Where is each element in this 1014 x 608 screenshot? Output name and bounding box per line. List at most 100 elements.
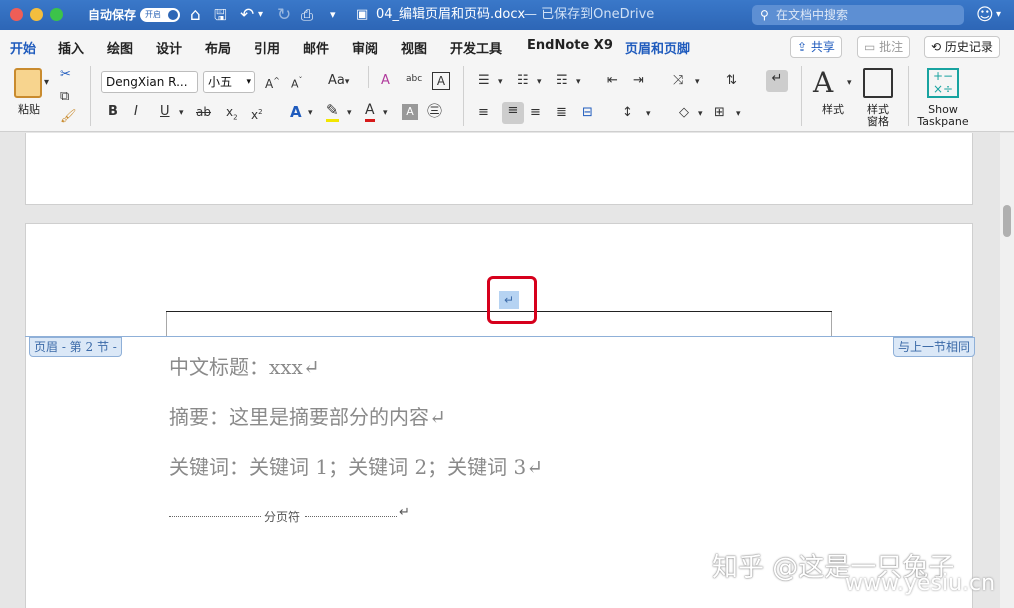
styles-pane-label[interactable]: 样式 窗格 [860, 104, 896, 128]
text-effects-dropdown-icon[interactable]: ▾ [308, 104, 313, 122]
show-taskpane-label[interactable]: Show Taskpane [916, 104, 970, 128]
paste-icon[interactable] [14, 68, 42, 98]
justify-icon[interactable]: ≣ [556, 104, 567, 122]
minimize-window-button[interactable] [30, 8, 43, 21]
autosave-toggle[interactable]: 开启 [140, 8, 180, 22]
page-break-label: 分页符 [264, 510, 301, 524]
abstract-line[interactable]: 摘要：这里是摘要部分的内容↵ [169, 401, 446, 430]
multilevel-list-dropdown-icon[interactable]: ▾ [576, 73, 581, 91]
styles-pane-icon[interactable] [863, 68, 893, 98]
character-border-icon[interactable]: A [432, 72, 450, 90]
tab-header-footer[interactable]: 页眉和页脚 [625, 38, 690, 57]
title-line[interactable]: 中文标题：xxx↵ [169, 351, 320, 380]
paste-dropdown-icon[interactable]: ▾ [44, 74, 49, 92]
tab-review[interactable]: 审阅 [352, 38, 378, 57]
home-icon[interactable]: ⌂ [190, 0, 201, 30]
superscript-button[interactable]: x2 [251, 103, 263, 124]
tab-endnote[interactable]: EndNote X9 [527, 38, 613, 53]
account-dropdown-icon[interactable]: ▾ [996, 0, 1001, 30]
format-painter-icon[interactable]: 🖌 [60, 108, 77, 126]
decrease-indent-icon[interactable]: ⇤ [607, 72, 618, 90]
align-left-icon[interactable]: ≡ [478, 104, 489, 122]
tab-home[interactable]: 开始 [8, 38, 38, 63]
save-status[interactable]: — 已保存到OneDrive [524, 0, 654, 30]
shrink-font-icon[interactable]: Aˇ [291, 72, 303, 94]
grow-font-icon[interactable]: A^ [265, 72, 280, 93]
text-direction-icon[interactable]: ⤨ [673, 72, 683, 90]
bullets-icon[interactable]: ☰ [478, 72, 490, 90]
align-right-icon[interactable]: ≡ [530, 104, 541, 122]
scrollbar-thumb[interactable] [1003, 205, 1011, 237]
shading-icon[interactable]: ◇ [679, 104, 689, 122]
line-spacing-icon[interactable]: ↕ [622, 104, 633, 122]
strikethrough-button[interactable]: ab [196, 103, 211, 121]
show-taskpane-icon[interactable]: +− ×÷ [927, 68, 959, 98]
document-area[interactable]: ↵ 页眉 - 第 2 节 - 与上一节相同 中文标题：xxx↵ 摘要：这里是摘要… [0, 133, 1014, 608]
tab-design[interactable]: 设计 [156, 38, 182, 57]
tab-developer[interactable]: 开发工具 [450, 38, 502, 57]
styles-gallery-icon[interactable]: A [813, 66, 833, 100]
numbering-icon[interactable]: ☷ [517, 72, 529, 90]
tab-references[interactable]: 引用 [254, 38, 280, 57]
italic-button[interactable]: I [134, 103, 138, 121]
sort-icon[interactable]: ⇅ [726, 72, 737, 90]
align-center-button[interactable]: ≡ [502, 102, 524, 124]
styles-dropdown-icon[interactable]: ▾ [847, 74, 852, 92]
underline-dropdown-icon[interactable]: ▾ [179, 104, 184, 122]
copy-icon[interactable]: ⧉ [60, 88, 69, 106]
print-icon[interactable]: ⎙ [301, 0, 313, 30]
save-icon[interactable]: 🖫 [214, 0, 227, 30]
show-paragraph-marks-button[interactable]: ↵ [766, 70, 788, 92]
borders-dropdown-icon[interactable]: ▾ [736, 105, 741, 123]
redo-icon[interactable]: ↻ [277, 0, 291, 30]
bold-button[interactable]: B [108, 103, 118, 121]
page-break[interactable]: 分页符 ↵ [169, 505, 410, 524]
keywords-line[interactable]: 关键词：关键词 1；关键词 2；关键词 3↵ [169, 451, 543, 480]
highlight-dropdown-icon[interactable]: ▾ [347, 104, 352, 122]
line-spacing-dropdown-icon[interactable]: ▾ [646, 105, 651, 123]
tab-insert[interactable]: 插入 [58, 38, 84, 57]
same-as-previous-tag: 与上一节相同 [893, 337, 976, 357]
ribbon-separator [90, 66, 91, 126]
increase-indent-icon[interactable]: ⇥ [633, 72, 644, 90]
phonetic-guide-icon[interactable]: abc [406, 70, 422, 88]
tab-draw[interactable]: 绘图 [107, 38, 133, 57]
font-size-select[interactable]: 小五 ▾ [203, 71, 255, 93]
font-color-dropdown-icon[interactable]: ▾ [383, 104, 388, 122]
share-button[interactable]: ⇪ 共享 [790, 36, 842, 58]
undo-dropdown-icon[interactable]: ▾ [258, 0, 263, 30]
search-input[interactable]: 在文档中搜索 [752, 5, 964, 25]
account-icon[interactable]: ☺ [976, 0, 994, 30]
tab-layout[interactable]: 布局 [205, 38, 231, 57]
grow-font-glyph: A [265, 77, 274, 91]
zoom-window-button[interactable] [50, 8, 63, 21]
tab-view[interactable]: 视图 [401, 38, 427, 57]
cut-icon[interactable]: ✂ [60, 66, 71, 84]
subscript-button[interactable]: x2 [226, 103, 238, 126]
comment-button[interactable]: ▭ 批注 [857, 36, 911, 58]
close-window-button[interactable] [10, 8, 23, 21]
font-name-select[interactable]: DengXian R... [101, 71, 198, 93]
numbering-dropdown-icon[interactable]: ▾ [537, 73, 542, 91]
clear-formatting-icon[interactable]: A [381, 72, 390, 90]
highlight-color-icon[interactable]: ✎ [326, 101, 339, 122]
history-button[interactable]: ⟲ 历史记录 [924, 36, 1000, 58]
text-effects-icon[interactable]: A [290, 103, 302, 121]
character-shading-icon[interactable]: A [402, 104, 418, 120]
bullets-dropdown-icon[interactable]: ▾ [498, 73, 503, 91]
undo-icon[interactable]: ↶ [240, 0, 254, 30]
font-size-dropdown-icon: ▾ [246, 77, 251, 87]
enclose-characters-icon[interactable]: ㊂ [427, 102, 442, 120]
tab-mailings[interactable]: 邮件 [303, 38, 329, 57]
distributed-icon[interactable]: ⊟ [582, 104, 593, 122]
vertical-scrollbar[interactable] [1000, 133, 1014, 608]
underline-button[interactable]: U [160, 103, 170, 121]
customize-toolbar-icon[interactable]: ▾ [330, 0, 336, 30]
borders-icon[interactable]: ⊞ [714, 104, 725, 122]
font-color-icon[interactable]: A [365, 101, 375, 122]
shading-dropdown-icon[interactable]: ▾ [698, 105, 703, 123]
change-case-icon[interactable]: Aa▾ [328, 72, 349, 91]
autosave-label: 自动保存 [88, 8, 137, 22]
text-direction-dropdown-icon[interactable]: ▾ [695, 73, 700, 91]
multilevel-list-icon[interactable]: ☶ [556, 72, 568, 90]
